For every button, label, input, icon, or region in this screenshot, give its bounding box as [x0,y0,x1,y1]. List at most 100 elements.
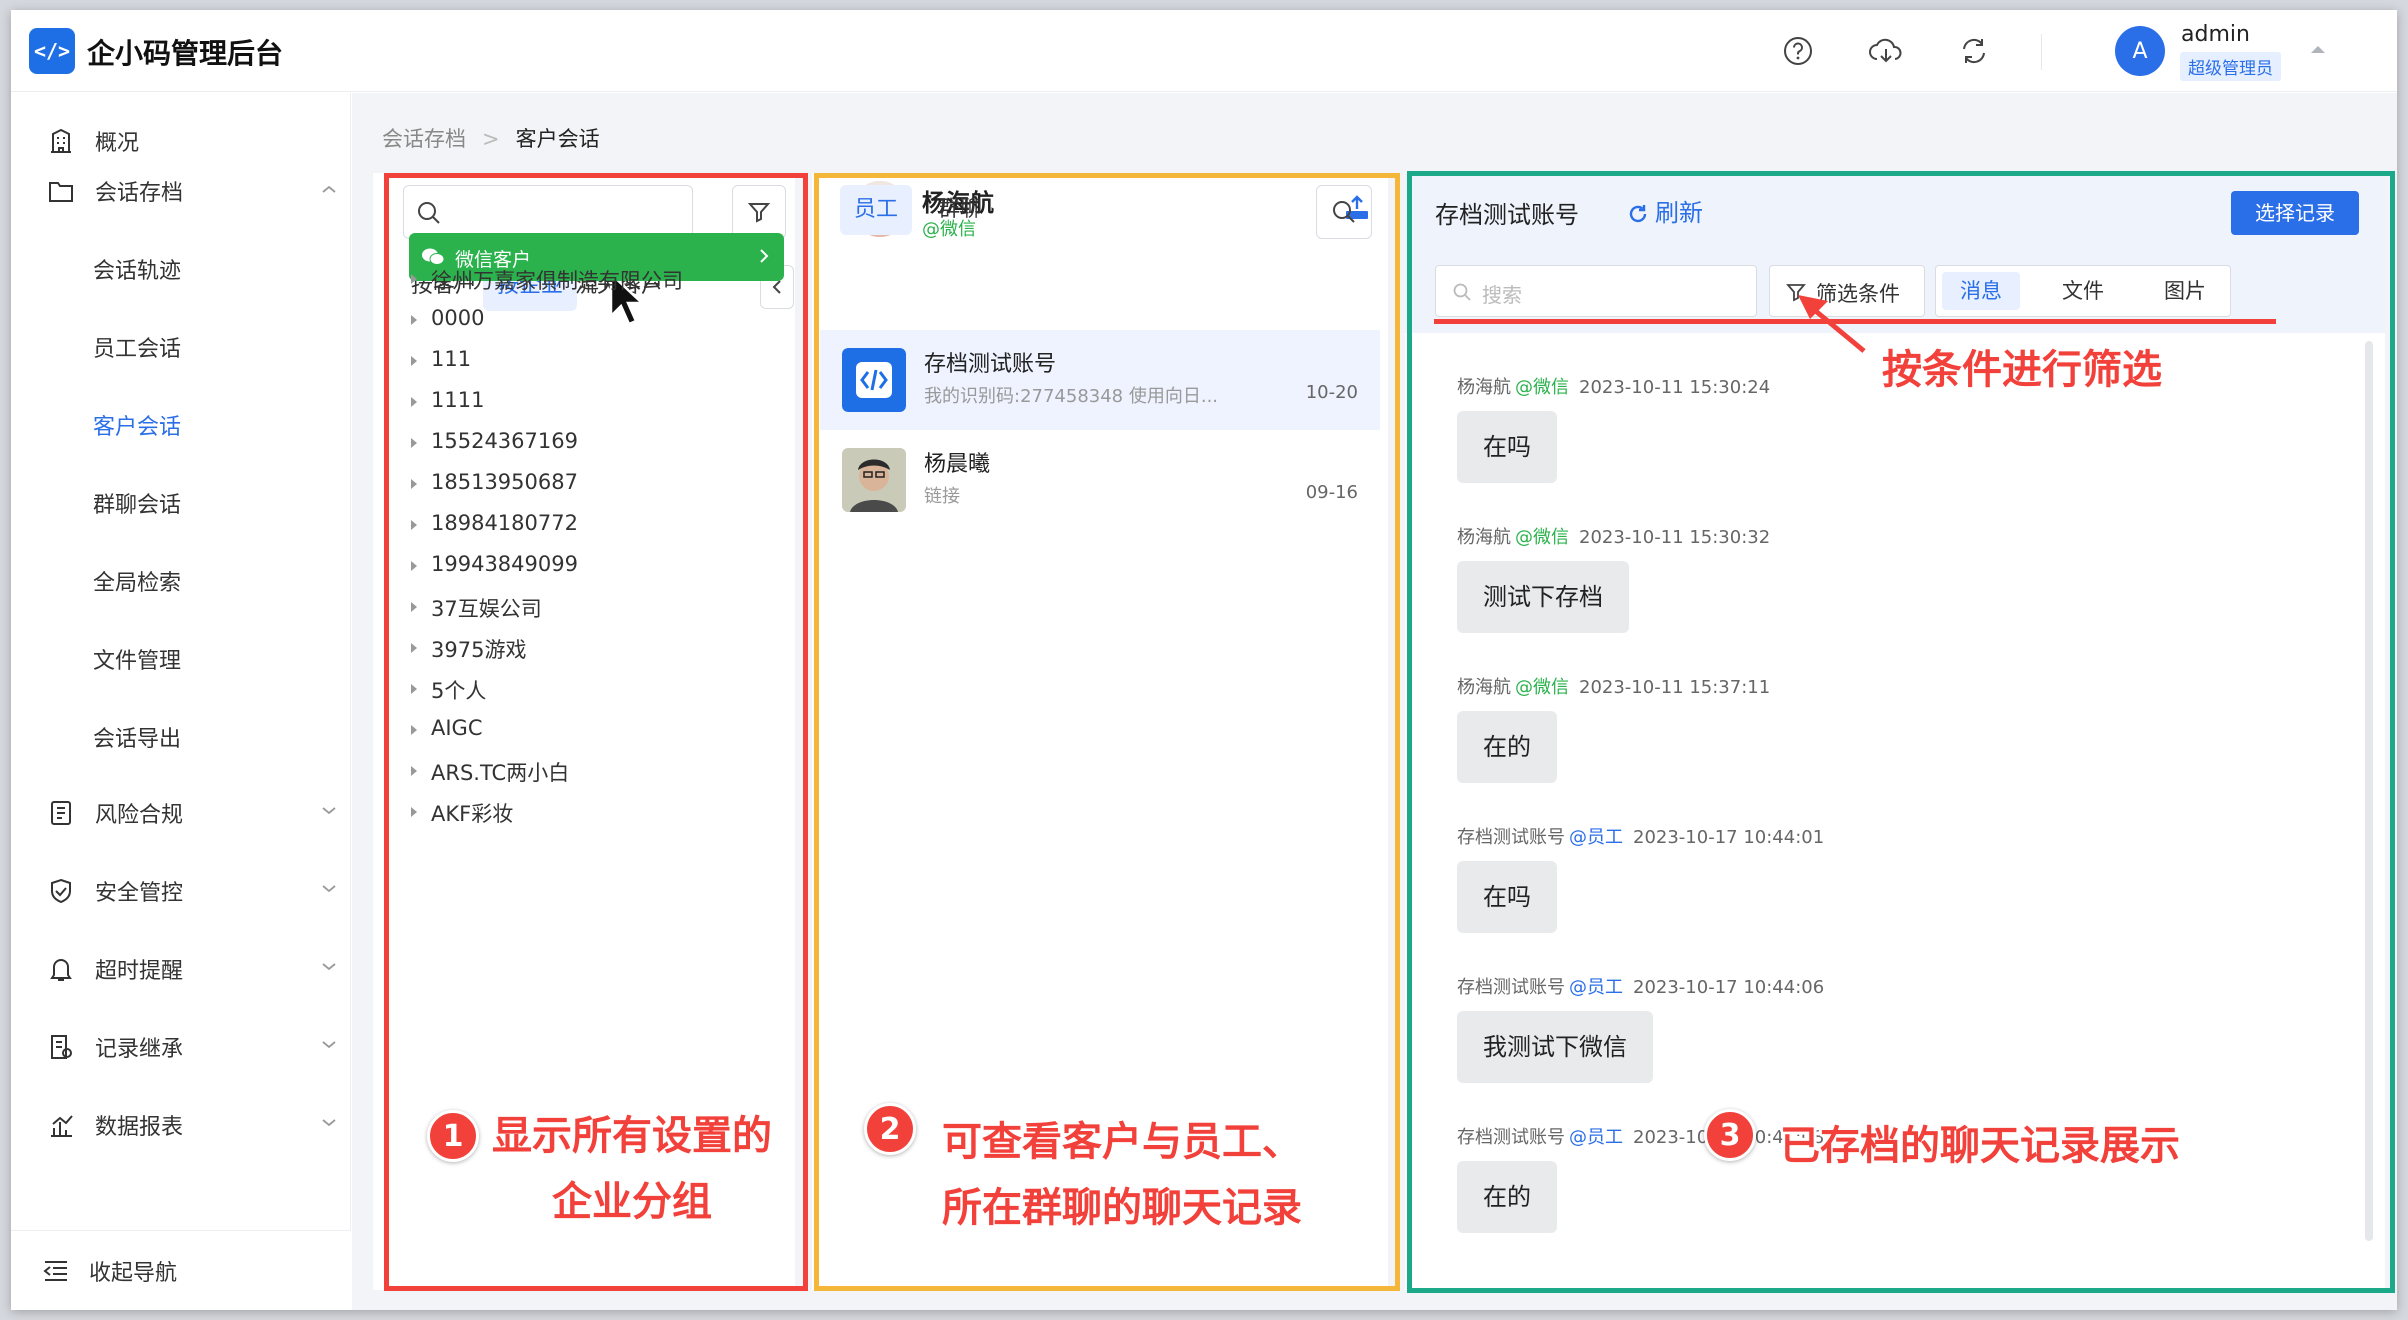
group-search-input[interactable] [403,185,693,239]
collapse-menu-icon [43,1261,67,1281]
group-name: AIGC [431,716,483,740]
chevron-down-icon [322,1119,336,1127]
sidebar-item-group-chat[interactable]: 群聊会话 [11,467,351,537]
message-time: 2023-10-17 10:44:06 [1633,977,1825,998]
conversation-item[interactable]: 杨晨曦 链接 09-16 [820,430,1380,530]
refresh-button[interactable]: 刷新 [1627,193,1703,228]
message-item: 存档测试账号 @员工 2023-10-17 10:44:01 在吗 [1457,823,1824,933]
sidebar-item-security-control[interactable]: 安全管控 [11,855,351,925]
caret-right-icon [411,561,417,571]
annotation-arrow-icon [1798,295,1866,353]
app-window: </> 企小码管理后台 A admin 超级管理员 概况 会话存档 会话轨迹 员… [11,10,2397,1310]
conversation-name: 存档测试账号 [924,352,1057,377]
sidebar-item-chat-export[interactable]: 会话导出 [11,701,351,771]
caret-right-icon [411,520,417,530]
segment-images[interactable]: 图片 [2146,272,2224,310]
sync-icon[interactable] [1955,32,1993,70]
sidebar-item-employee-chat[interactable]: 员工会话 [11,311,351,381]
user-menu-caret-icon[interactable] [2311,46,2325,53]
user-name[interactable]: admin [2181,22,2250,47]
group-name: 18513950687 [431,470,578,494]
tab-employee[interactable]: 员工 [840,185,913,235]
chevron-down-icon [322,807,336,815]
list-item[interactable]: ARS.TC两小白 [403,751,763,791]
group-name: ARS.TC两小白 [431,761,570,785]
list-item[interactable]: 18513950687 [403,464,763,504]
list-item[interactable]: 19943849099 [403,546,763,586]
breadcrumb-parent[interactable]: 会话存档 [382,127,466,151]
breadcrumb-current: 客户会话 [515,127,600,151]
collapse-nav-label: 收起导航 [89,1261,178,1286]
list-item[interactable]: 37互娱公司 [403,587,763,627]
message-item: 杨海航 @微信 2023-10-11 15:37:11 在的 [1457,673,1770,783]
list-item[interactable]: 0000 [403,300,763,340]
group-name: 3975游戏 [431,638,527,662]
sidebar-item-chat-track[interactable]: 会话轨迹 [11,233,351,303]
main-content: 会话存档>客户会话 按客户 按企业 流失客户 微信客户 徐州万嘉家俱制造有限公司… [352,93,2397,1310]
sidebar-item-label: 安全管控 [95,881,184,906]
list-item[interactable]: 3975游戏 [403,628,763,668]
message-search-input[interactable]: 搜索 [1435,265,1757,317]
conversation-item[interactable]: 存档测试账号 我的识别码:277458348 使用向日... 10-20 [820,330,1380,430]
shield-check-icon [51,878,71,904]
list-item[interactable]: AIGC [403,710,763,750]
message-bubble[interactable]: 在吗 [1457,861,1557,933]
scrollbar[interactable] [2365,341,2373,1241]
caret-right-icon [411,602,417,612]
group-filter-button[interactable] [732,185,786,239]
annotation-note-1-line2: 企业分组 [552,1179,712,1225]
list-item[interactable]: 15524367169 [403,423,763,463]
list-item[interactable]: 徐州万嘉家俱制造有限公司 [403,259,763,299]
sidebar-item-chat-archive[interactable]: 会话存档 [11,155,351,225]
caret-right-icon [411,315,417,325]
help-icon[interactable] [1779,32,1817,70]
list-item[interactable]: AKF彩妆 [403,792,763,832]
message-bubble[interactable]: 在吗 [1457,411,1557,483]
message-source: @员工 [1569,1127,1623,1148]
sidebar-item-label: 群聊会话 [93,493,182,518]
caret-right-icon [411,643,417,653]
record-type-segment: 消息 文件 图片 [1935,265,2231,317]
record-icon [51,1035,72,1059]
caret-right-icon [411,438,417,448]
chevron-up-icon [322,185,336,193]
collapse-nav-button[interactable]: 收起导航 [11,1230,351,1310]
message-sender: 存档测试账号 [1457,977,1565,998]
message-bubble[interactable]: 在的 [1457,711,1557,783]
select-records-button[interactable]: 选择记录 [2231,191,2359,235]
sidebar-item-file-management[interactable]: 文件管理 [11,623,351,693]
bell-icon [50,959,72,981]
cloud-download-icon[interactable] [1867,32,1905,70]
sidebar-item-label: 会话存档 [95,181,184,206]
group-name: 18984180772 [431,511,578,535]
refresh-icon [1629,205,1647,223]
sidebar-item-global-search[interactable]: 全局检索 [11,545,351,615]
list-item[interactable]: 18984180772 [403,505,763,545]
message-bubble[interactable]: 在的 [1457,1161,1557,1233]
message-meta: 存档测试账号 @员工 2023-10-17 10:44:06 [1457,973,1824,999]
message-source: @微信 [1515,377,1569,398]
sidebar-item-label: 记录继承 [95,1037,184,1062]
message-meta: 存档测试账号 @员工 2023-10-17 10:44:08 [1457,1123,1824,1149]
message-bubble[interactable]: 测试下存档 [1457,561,1629,633]
sidebar-item-customer-chat[interactable]: 客户会话 [11,389,351,459]
segment-messages[interactable]: 消息 [1942,272,2020,310]
sidebar-item-risk-compliance[interactable]: 风险合规 [11,777,351,847]
sidebar-item-timeout-alert[interactable]: 超时提醒 [11,933,351,1003]
sidebar-item-record-inherit[interactable]: 记录继承 [11,1011,351,1081]
message-meta: 杨海航 @微信 2023-10-11 15:37:11 [1457,673,1770,699]
message-bubble[interactable]: 我测试下微信 [1457,1011,1653,1083]
list-item[interactable]: 1111 [403,382,763,422]
message-sender: 杨海航 [1457,377,1511,398]
annotation-note-2-line1: 可查看客户与员工、 [942,1119,1302,1165]
tab-group-chat[interactable]: 群聊 [938,185,982,235]
list-item[interactable]: 111 [403,341,763,381]
conversation-search-button[interactable] [1316,185,1372,239]
message-sender: 存档测试账号 [1457,1127,1565,1148]
sidebar-item-label: 文件管理 [93,649,182,674]
sidebar-item-data-report[interactable]: 数据报表 [11,1089,351,1159]
top-header: </> 企小码管理后台 A admin 超级管理员 [11,10,2397,92]
list-item[interactable]: 5个人 [403,669,763,709]
segment-files[interactable]: 文件 [2044,272,2122,310]
user-avatar[interactable]: A [2115,26,2165,76]
